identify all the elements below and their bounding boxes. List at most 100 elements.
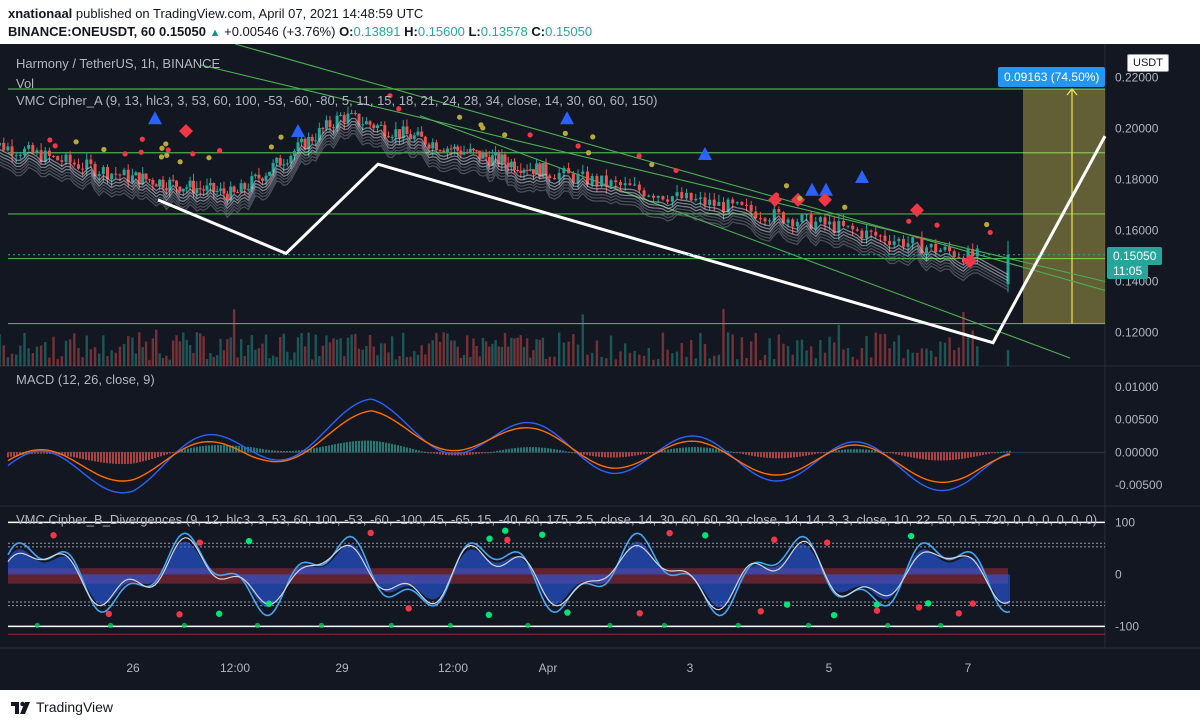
volume-bar: [562, 342, 566, 366]
candle-body: [239, 183, 243, 193]
volume-bar: [2, 345, 5, 366]
signal-dot-icon: [987, 229, 993, 236]
volume-bar: [383, 343, 387, 366]
macd-histogram-bar: [82, 452, 84, 460]
volume-bar: [314, 334, 317, 366]
volume-bar: [656, 358, 660, 366]
macd-histogram-bar: [91, 452, 93, 461]
candle-body: [557, 173, 561, 180]
volume-bar: [416, 354, 420, 366]
macd-histogram-bar: [817, 452, 819, 454]
candle-body: [971, 248, 975, 257]
candle-body: [600, 175, 604, 186]
volume-bar: [261, 343, 264, 366]
signal-dot-icon: [268, 144, 275, 150]
volume-bar: [553, 356, 556, 366]
volume-bar: [614, 359, 617, 366]
volume-bar: [548, 356, 551, 366]
macd-histogram-bar: [928, 452, 930, 460]
candle-body: [528, 169, 532, 171]
macd-histogram-bar: [844, 449, 846, 453]
signal-dot-icon: [217, 148, 223, 154]
volume-bar: [888, 348, 891, 366]
macd-histogram-bar: [811, 452, 813, 455]
volume-bar: [510, 337, 513, 366]
volume-bar: [469, 356, 472, 366]
close-label: C:: [531, 24, 546, 39]
macd-histogram-bar: [205, 445, 207, 453]
volume-bar: [685, 356, 688, 366]
macd-histogram-bar: [217, 445, 219, 453]
candle-body: [208, 182, 212, 186]
macd-histogram-bar: [736, 452, 738, 454]
main-pane-title: Harmony / TetherUS, 1h, BINANCE: [16, 56, 221, 71]
macd-histogram-bar: [934, 452, 936, 461]
macd-histogram-bar: [847, 449, 849, 453]
cipher-b-pane[interactable]: [7, 521, 1105, 635]
macd-histogram-bar: [748, 452, 750, 456]
macd-histogram-bar: [688, 447, 690, 453]
volume-bar: [442, 332, 445, 366]
macd-histogram-bar: [271, 450, 273, 453]
candle-body: [431, 142, 435, 149]
macd-histogram-bar: [280, 450, 282, 453]
candle-body: [745, 204, 749, 206]
macd-histogram-bar: [1009, 450, 1011, 453]
currency-label[interactable]: USDT: [1127, 54, 1169, 72]
macd-histogram-bar: [427, 452, 429, 454]
cross-dot-icon: [771, 536, 778, 543]
volume-bar: [122, 343, 126, 366]
volume-bar: [405, 356, 409, 366]
macd-histogram-bar: [487, 452, 489, 454]
macd-histogram-bar: [367, 440, 369, 453]
macd-histogram-bar: [328, 445, 330, 453]
candle-body: [471, 148, 475, 151]
author-name[interactable]: xnationaal: [8, 6, 72, 21]
brand-name[interactable]: TradingView: [36, 699, 113, 715]
candle-body: [647, 195, 651, 197]
cipher-tick-label: 100: [1115, 515, 1135, 529]
signal-dot-icon: [177, 159, 183, 165]
volume-bar: [413, 351, 416, 366]
candle-body: [158, 179, 162, 187]
signal-dot-icon: [101, 146, 107, 153]
signal-dot-icon: [502, 132, 508, 138]
volume-bar: [354, 333, 357, 366]
volume-bar: [749, 341, 753, 366]
volume-bar: [883, 333, 887, 366]
macd-histogram-bar: [151, 452, 153, 459]
macd-histogram-bar: [796, 452, 798, 458]
candle-body: [509, 161, 513, 168]
volume-bar: [300, 333, 303, 366]
volume-bar: [638, 354, 641, 366]
macd-histogram-bar: [46, 452, 48, 454]
macd-histogram-bar: [997, 452, 999, 454]
macd-histogram-bar: [871, 450, 873, 453]
volume-bar: [215, 355, 219, 366]
cross-dot-icon: [830, 611, 838, 619]
candle-body: [188, 180, 192, 188]
macd-histogram-bar: [664, 450, 666, 453]
macd-histogram-bar: [598, 452, 600, 457]
macd-histogram-bar: [733, 452, 735, 454]
buy-triangle-icon: [148, 111, 162, 125]
chart-canvas[interactable]: 0.220000.200000.180000.160000.140000.120…: [0, 44, 1200, 690]
signal-dot-icon: [52, 143, 58, 149]
macd-histogram-bar: [340, 443, 342, 453]
volume-bar: [343, 356, 346, 366]
volume-bar: [431, 340, 434, 366]
bottom-dot-icon: [34, 622, 40, 628]
candle-body: [81, 168, 85, 170]
macd-histogram-bar: [415, 449, 417, 453]
macd-histogram-bar: [214, 445, 216, 453]
macd-histogram-bar: [325, 445, 327, 453]
macd-pane[interactable]: [7, 398, 1105, 494]
candle-body: [675, 192, 679, 197]
bottom-dot-icon: [318, 622, 325, 628]
measure-range: [1023, 88, 1105, 324]
chart-area[interactable]: 0.22000 0.20000 0.18000 0.16000 0.14000 0.120…: [0, 44, 1200, 690]
candle-body: [943, 246, 947, 251]
macd-histogram-bar: [79, 452, 81, 459]
candle-body: [888, 240, 892, 245]
volume-bar: [680, 343, 683, 366]
